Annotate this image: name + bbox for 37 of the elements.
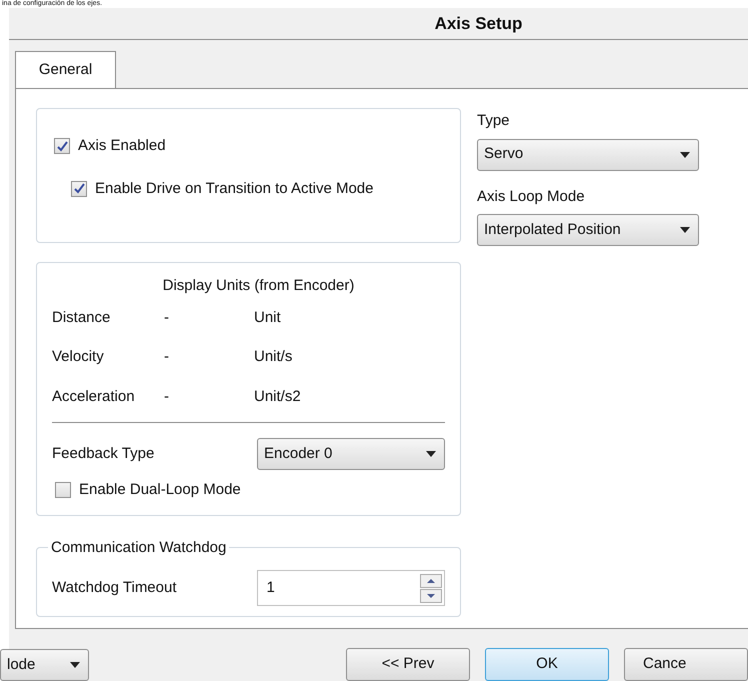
unit-label: Distance [52, 308, 112, 328]
watchdog-timeout-field[interactable]: 1 [257, 570, 445, 606]
checkbox-label: Enable Dual-Loop Mode [79, 480, 241, 500]
caret-icon [70, 662, 80, 668]
window-title: Axis Setup [434, 12, 522, 35]
spinner-arrows[interactable] [420, 574, 442, 602]
unit-dash: - [164, 386, 170, 406]
checkmark-icon [56, 140, 68, 152]
checkbox-label: Enable Drive on Transition to Active Mode [95, 178, 374, 198]
feedback-type-label: Feedback Type [52, 444, 156, 464]
unit-label: Acceleration [52, 386, 136, 406]
axis-loop-mode-label: Axis Loop Mode [477, 186, 586, 206]
caret-icon [680, 152, 690, 158]
dialog-button[interactable]: OK [485, 648, 609, 681]
group-title: Display Units (from Encoder) [162, 276, 356, 296]
unit-value: Unit/s2 [254, 386, 301, 406]
unit-label: Velocity [52, 347, 105, 367]
caret-icon [680, 227, 690, 233]
unit-value: Unit/s [254, 347, 292, 367]
dialog-button[interactable]: << Prev [346, 648, 470, 681]
checkmark-icon [74, 183, 84, 194]
watchdog-timeout-label: Watchdog Timeout [52, 578, 178, 598]
unit-value: Unit [254, 308, 281, 328]
checkbox[interactable] [55, 482, 71, 498]
feedback-type-dropdown[interactable]: Encoder 0 [257, 438, 445, 470]
unit-dash: - [164, 308, 170, 328]
checkbox[interactable] [71, 180, 87, 197]
type-dropdown[interactable]: Servo [477, 138, 699, 170]
axis-loop-mode-dropdown[interactable]: Interpolated Position [477, 214, 699, 246]
tab[interactable]: General [15, 51, 116, 89]
dialog-button[interactable]: Cance [624, 648, 748, 681]
unit-dash: - [164, 347, 170, 367]
mode-dropdown[interactable]: lode [0, 649, 89, 681]
type-label: Type [477, 111, 511, 131]
checkbox-label: Axis Enabled [78, 136, 166, 156]
caret-icon [426, 451, 436, 457]
checkbox[interactable] [54, 138, 70, 154]
